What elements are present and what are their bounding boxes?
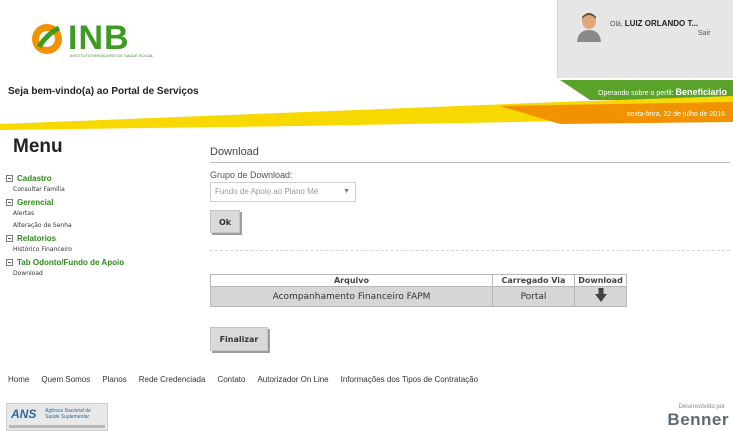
- greeting-text: Olá,: [610, 21, 623, 28]
- section-divider: [210, 250, 730, 251]
- footer-link-contato[interactable]: Contato: [217, 375, 245, 384]
- sidebar-subitem-historico-financeiro[interactable]: Histórico Financeiro: [6, 244, 201, 256]
- benner-logo[interactable]: Benner: [667, 410, 729, 430]
- collapse-icon[interactable]: [6, 258, 13, 266]
- footer-nav: Home Quem Somos Planos Rede Credenciada …: [8, 375, 490, 384]
- column-header-carregado-via: Carregado Via: [492, 274, 575, 287]
- collapse-icon[interactable]: [6, 234, 13, 242]
- select-value: Fundo de Apoio ao Plano Mé: [215, 187, 319, 196]
- finish-button[interactable]: Finalizar: [210, 327, 268, 351]
- user-name: LUIZ ORLANDO T...: [624, 19, 699, 28]
- inb-logo[interactable]: INB INSTITUTO BRASILEIRO DE SAÚDE SOCIAL: [30, 18, 154, 58]
- sidebar-item-label: Cadastro: [17, 173, 52, 183]
- sidebar-subitem-alertas[interactable]: Alertas: [6, 208, 201, 220]
- logo-tagline: INSTITUTO BRASILEIRO DE SAÚDE SOCIAL: [70, 53, 154, 58]
- collapse-icon[interactable]: [6, 198, 13, 206]
- table-row: Acompanhamento Financeiro FAPM Portal: [210, 286, 627, 307]
- inb-logo-mark-icon: [32, 24, 62, 54]
- file-name-cell: Acompanhamento Financeiro FAPM: [210, 286, 493, 307]
- user-greeting: Olá, LUIZ ORLANDO T...: [610, 19, 698, 28]
- table-header-row: Arquivo Carregado Via Download: [210, 274, 627, 287]
- sidebar-subitem-consultar-familia[interactable]: Consultar Família: [6, 184, 201, 196]
- footer-link-rede-credenciada[interactable]: Rede Credenciada: [139, 375, 206, 384]
- profile-prefix: Operando sobre o perfil:: [598, 90, 674, 97]
- download-group-select[interactable]: Fundo de Apoio ao Plano Mé ▼: [210, 182, 356, 202]
- collapse-icon[interactable]: [6, 174, 13, 182]
- download-cell[interactable]: [574, 286, 627, 307]
- column-header-download: Download: [574, 274, 627, 287]
- download-arrow-icon[interactable]: [594, 288, 607, 302]
- user-panel: Olá, LUIZ ORLANDO T... Sair: [557, 0, 733, 78]
- title-divider: [210, 162, 730, 163]
- current-date: sexta-feira, 22 de julho de 2016: [626, 111, 725, 118]
- upload-via-cell: Portal: [492, 286, 575, 307]
- ans-caption-line2: Saúde Suplementar: [45, 414, 90, 420]
- sidebar-item-tab-odonto[interactable]: Tab Odonto/Fundo de Apoio: [6, 256, 201, 268]
- sidebar-item-label: Gerencial: [17, 197, 54, 207]
- footer-link-tipos-contratacao[interactable]: Informações dos Tipos de Contratação: [341, 375, 478, 384]
- group-label: Grupo de Download:: [210, 170, 293, 180]
- column-header-arquivo: Arquivo: [210, 274, 493, 287]
- footer-link-quem-somos[interactable]: Quem Somos: [41, 375, 90, 384]
- menu-title: Menu: [13, 136, 63, 157]
- user-avatar-icon: [577, 13, 601, 42]
- page-title: Download: [210, 146, 259, 158]
- logo-text: INB: [68, 19, 130, 57]
- ok-button[interactable]: Ok: [210, 210, 240, 233]
- download-table: Arquivo Carregado Via Download Acompanha…: [210, 274, 627, 307]
- signout-link[interactable]: Sair: [698, 30, 710, 37]
- sidebar-item-gerencial[interactable]: Gerencial: [6, 196, 201, 208]
- ans-caption: Agência Nacional de Saúde Suplementar: [45, 408, 91, 420]
- sidebar-item-label: Relatorios: [17, 233, 57, 243]
- sidebar-item-cadastro[interactable]: Cadastro: [6, 172, 201, 184]
- ans-bar: [9, 425, 105, 428]
- sidebar-item-label: Tab Odonto/Fundo de Apoio: [17, 257, 125, 267]
- chevron-down-icon: ▼: [343, 188, 350, 195]
- ans-mark: ANS: [11, 407, 37, 421]
- sidebar-subitem-alteracao-senha[interactable]: Alteração de Senha: [6, 220, 201, 232]
- profile-info: Operando sobre o perfil: Beneficiario: [598, 87, 727, 97]
- footer-link-home[interactable]: Home: [8, 375, 29, 384]
- footer-link-planos[interactable]: Planos: [102, 375, 126, 384]
- ans-logo[interactable]: ANS Agência Nacional de Saúde Suplementa…: [6, 403, 108, 431]
- sidebar-subitem-download[interactable]: Download: [6, 268, 201, 280]
- sidebar-menu: Cadastro Consultar Família Gerencial Ale…: [6, 172, 201, 280]
- sidebar-item-relatorios[interactable]: Relatorios: [6, 232, 201, 244]
- footer-link-autorizador[interactable]: Autorizador On Line: [257, 375, 328, 384]
- profile-name: Beneficiario: [675, 87, 727, 97]
